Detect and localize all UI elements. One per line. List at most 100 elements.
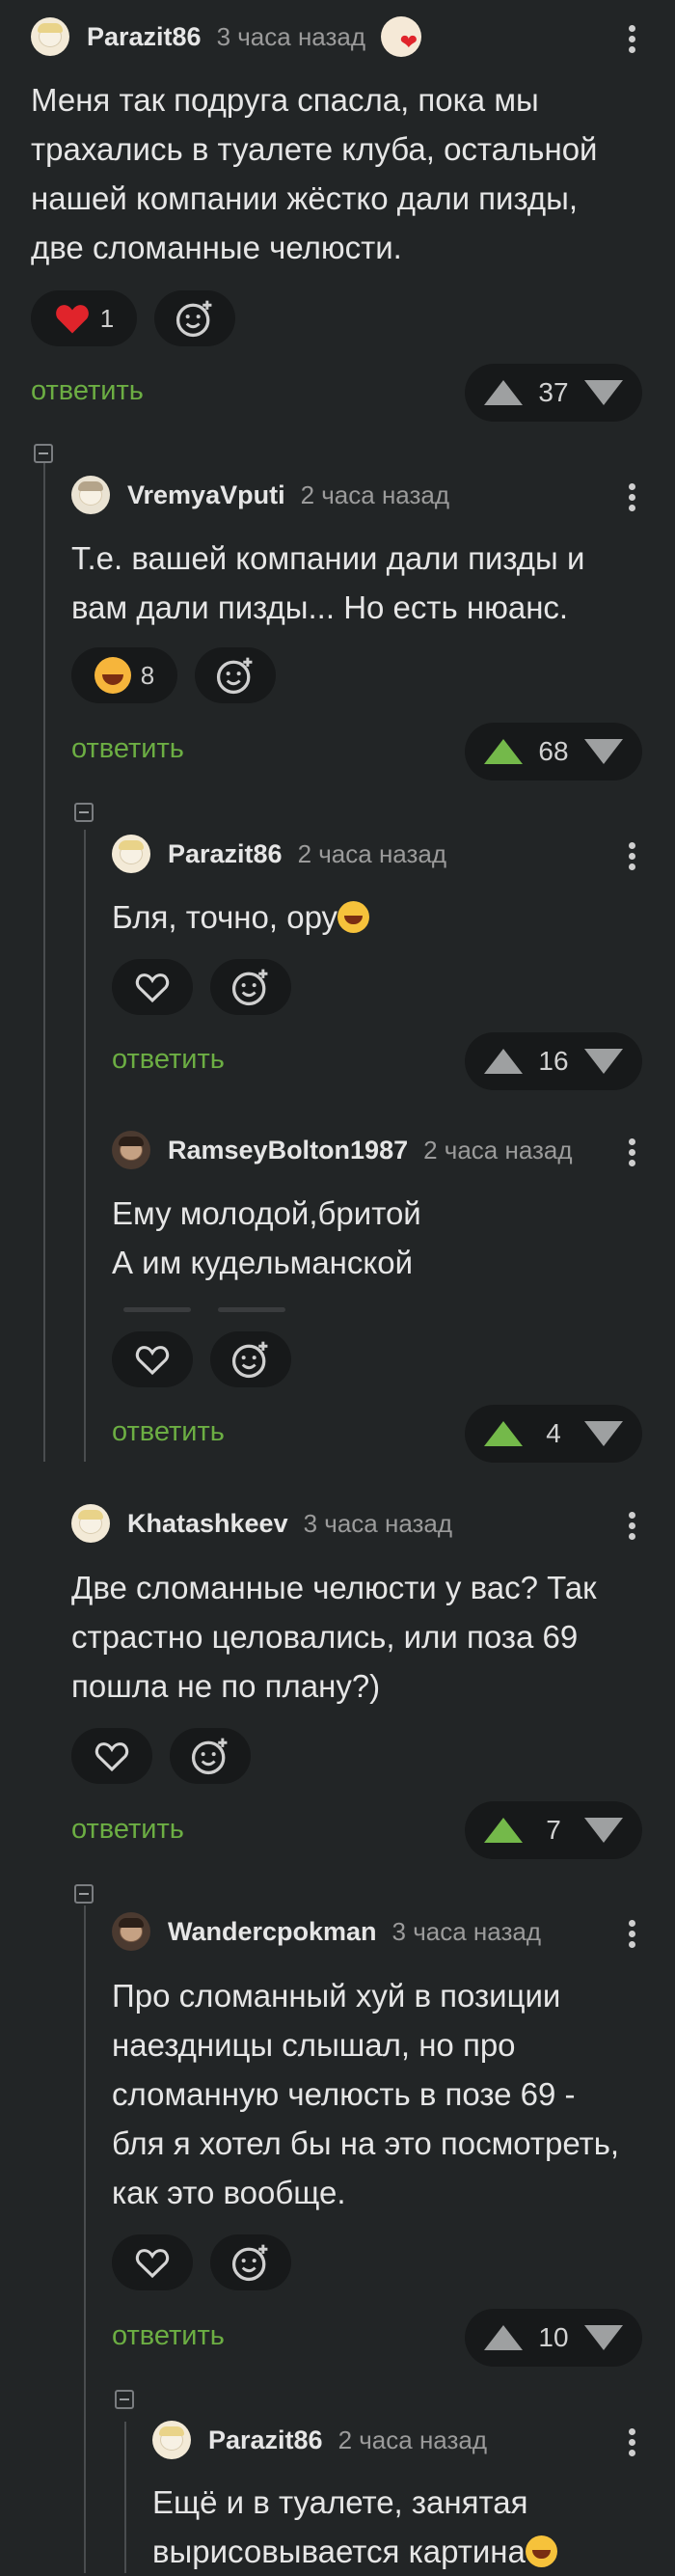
- comment-header: Parazit86 3 часа назад ❤: [31, 15, 422, 58]
- username[interactable]: Wandercpokman: [168, 1917, 377, 1947]
- vote-box: 4: [465, 1405, 642, 1463]
- more-options-icon[interactable]: [629, 480, 636, 515]
- username[interactable]: Parazit86: [168, 839, 283, 869]
- more-options-icon[interactable]: [629, 838, 636, 874]
- score: 16: [538, 1046, 569, 1076]
- reaction-count: 8: [140, 660, 155, 690]
- add-emoji-icon: [231, 2244, 268, 2282]
- downvote-icon[interactable]: [584, 739, 623, 764]
- more-options-icon[interactable]: [629, 21, 636, 57]
- username[interactable]: RamseyBolton1987: [168, 1136, 408, 1165]
- downvote-icon[interactable]: [584, 1421, 623, 1446]
- reply-link[interactable]: ответить: [31, 375, 144, 407]
- vote-box: 7: [465, 1801, 642, 1859]
- timestamp: 3 часа назад: [216, 21, 366, 51]
- downvote-icon[interactable]: [584, 380, 623, 405]
- reaction-count: 1: [99, 303, 115, 333]
- avatar[interactable]: [112, 835, 150, 873]
- upvote-icon[interactable]: [484, 2325, 523, 2350]
- upvote-icon[interactable]: [484, 1049, 523, 1074]
- collapse-thread-button[interactable]: [74, 1884, 94, 1904]
- add-emoji-icon: [216, 657, 253, 695]
- vote-box: 16: [465, 1032, 642, 1090]
- timestamp: 2 часа назад: [297, 838, 447, 868]
- reaction-heart-button[interactable]: [112, 2234, 193, 2290]
- add-emoji-icon: [176, 300, 212, 338]
- avatar[interactable]: [71, 1504, 110, 1543]
- add-reaction-button[interactable]: [154, 290, 235, 346]
- reaction-heart-button[interactable]: [112, 959, 193, 1015]
- thread-line: [84, 830, 86, 1462]
- timestamp: 3 часа назад: [392, 1916, 541, 1946]
- reply-link[interactable]: ответить: [71, 733, 184, 765]
- more-options-icon[interactable]: [629, 2425, 636, 2460]
- more-options-icon[interactable]: [629, 1916, 636, 1952]
- username[interactable]: VremyaVputi: [127, 480, 285, 510]
- thread-line: [84, 1905, 86, 2573]
- comment-header: Khatashkeev 3 часа назад: [71, 1502, 452, 1545]
- heart-icon: [55, 305, 89, 334]
- score: 7: [546, 1815, 561, 1845]
- comment-text: Две сломанные челюсти у вас? Так страстн…: [71, 1570, 597, 1704]
- username[interactable]: Khatashkeev: [127, 1509, 288, 1539]
- comment-text: Ему молодой,бритой А им кудельманской: [112, 1195, 421, 1280]
- image-preview-edge: [123, 1307, 191, 1312]
- add-emoji-icon: [191, 1738, 228, 1775]
- reply-link[interactable]: ответить: [71, 1814, 184, 1846]
- username[interactable]: Parazit86: [208, 2425, 323, 2455]
- tears-of-joy-emoji-icon: [338, 901, 370, 933]
- add-reaction-button[interactable]: [195, 647, 276, 703]
- reaction-heart-button[interactable]: [71, 1728, 152, 1784]
- heart-outline-icon: [135, 2249, 170, 2279]
- reaction-heart-button[interactable]: 1: [31, 290, 137, 346]
- timestamp: 2 часа назад: [423, 1135, 573, 1165]
- avatar[interactable]: [31, 17, 69, 56]
- avatar[interactable]: [71, 476, 110, 514]
- reaction-heart-button[interactable]: [112, 1331, 193, 1387]
- upvote-icon[interactable]: [484, 380, 523, 405]
- downvote-icon[interactable]: [584, 1049, 623, 1074]
- comment-header: Wandercpokman 3 часа назад: [112, 1910, 541, 1953]
- comment-header: VremyaVputi 2 часа назад: [71, 474, 449, 516]
- comment-text: Ещё и в туалете, занятая вырисовывается …: [152, 2478, 557, 2576]
- reply-link[interactable]: ответить: [112, 2320, 225, 2352]
- heart-badge-icon: ❤: [381, 16, 422, 57]
- comment-text: Т.е. вашей компании дали пизды и вам дал…: [71, 540, 585, 625]
- upvote-icon[interactable]: [484, 1818, 523, 1843]
- add-reaction-button[interactable]: [210, 959, 291, 1015]
- more-options-icon[interactable]: [629, 1135, 636, 1170]
- comment-text-body: Бля, точно, ору: [112, 899, 338, 935]
- username[interactable]: Parazit86: [87, 22, 202, 52]
- reply-link[interactable]: ответить: [112, 1044, 225, 1076]
- reaction-laugh-button[interactable]: 8: [71, 647, 177, 703]
- add-reaction-button[interactable]: [210, 1331, 291, 1387]
- add-reaction-button[interactable]: [210, 2234, 291, 2290]
- collapse-thread-button[interactable]: [34, 444, 53, 463]
- score: 4: [546, 1418, 561, 1448]
- score: 37: [538, 377, 569, 407]
- upvote-icon[interactable]: [484, 1421, 523, 1446]
- add-emoji-icon: [231, 1341, 268, 1379]
- comment-header: RamseyBolton1987 2 часа назад: [112, 1129, 573, 1171]
- downvote-icon[interactable]: [584, 1818, 623, 1843]
- more-options-icon[interactable]: [629, 1508, 636, 1544]
- timestamp: 2 часа назад: [300, 480, 450, 509]
- downvote-icon[interactable]: [584, 2325, 623, 2350]
- reply-link[interactable]: ответить: [112, 1416, 225, 1448]
- heart-outline-icon: [135, 973, 170, 1003]
- avatar[interactable]: [112, 1912, 150, 1951]
- collapse-thread-button[interactable]: [115, 2390, 134, 2409]
- comment-header: Parazit86 2 часа назад: [112, 833, 446, 875]
- comment-text: Про сломанный хуй в позиции наездницы сл…: [112, 1978, 620, 2210]
- vote-box: 68: [465, 723, 642, 781]
- heart-outline-icon: [135, 1346, 170, 1376]
- thread-line: [43, 463, 45, 1462]
- timestamp: 2 часа назад: [338, 2425, 488, 2454]
- add-reaction-button[interactable]: [170, 1728, 251, 1784]
- comment-text: Меня так подруга спасла, пока мы трахали…: [31, 82, 598, 265]
- collapse-thread-button[interactable]: [74, 803, 94, 822]
- avatar[interactable]: [152, 2421, 191, 2459]
- upvote-icon[interactable]: [484, 739, 523, 764]
- vote-box: 37: [465, 364, 642, 422]
- avatar[interactable]: [112, 1131, 150, 1169]
